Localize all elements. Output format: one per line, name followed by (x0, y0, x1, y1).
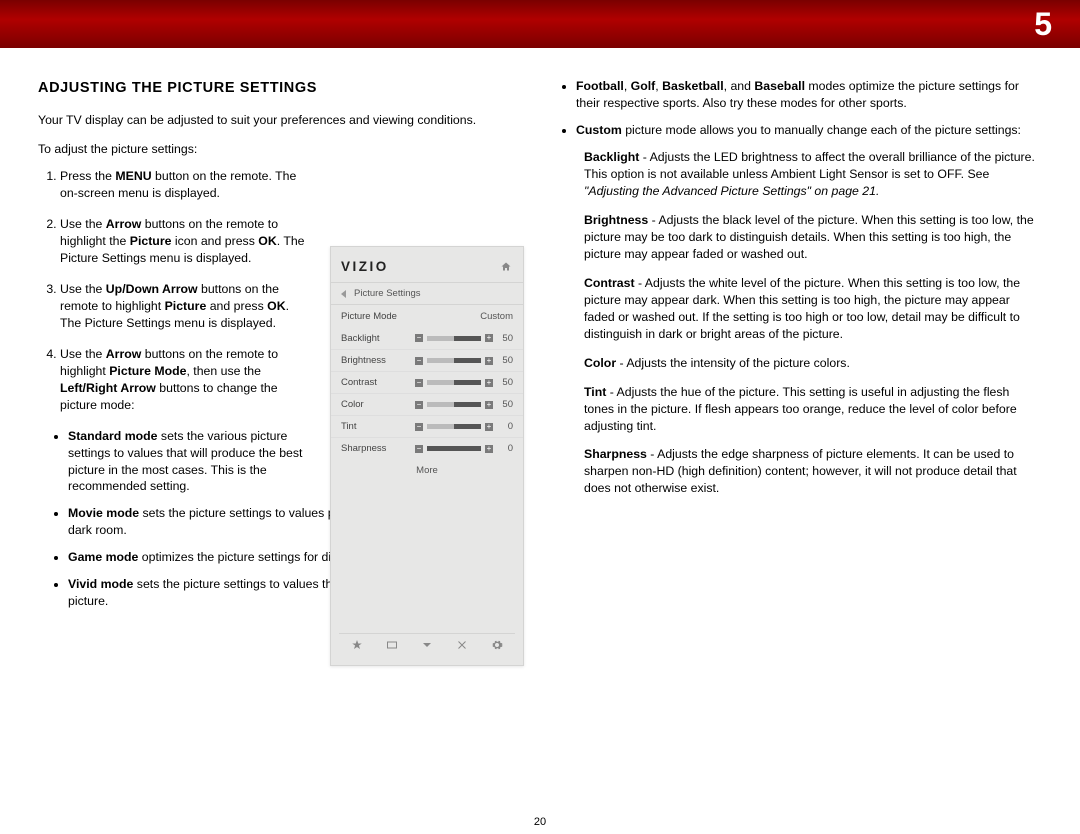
osd-header: VIZIO (331, 247, 523, 283)
osd-slider-label: Contrast (341, 377, 377, 388)
osd-slider-value: 50 (497, 355, 513, 366)
right-column: Football, Golf, Basketball, and Baseball… (554, 78, 1042, 824)
minus-icon[interactable]: − (415, 379, 423, 387)
slider-track[interactable] (427, 380, 481, 385)
minus-icon[interactable]: − (415, 445, 423, 453)
steps-list: Press the MENU button on the remote. The… (38, 168, 311, 414)
osd-slider[interactable]: − +50 (415, 333, 513, 344)
slider-track[interactable] (427, 446, 481, 451)
osd-mode-value: Custom (480, 311, 513, 322)
minus-icon[interactable]: − (415, 357, 423, 365)
definitions: Backlight - Adjusts the LED brightness t… (554, 149, 1042, 497)
osd-slider[interactable]: − +0 (415, 443, 513, 454)
osd-more-label: More (416, 465, 438, 476)
back-icon[interactable] (341, 290, 346, 298)
osd-panel: VIZIO Picture Settings Picture Mode Cust… (330, 246, 524, 666)
chapter-header: 5 (0, 0, 1080, 48)
slider-track[interactable] (427, 358, 481, 363)
osd-slider-value: 0 (497, 421, 513, 432)
osd-slider-row[interactable]: Contrast − +50 (331, 371, 523, 393)
minus-icon[interactable]: − (415, 401, 423, 409)
mode-standard: Standard mode sets the various picture s… (68, 428, 311, 496)
osd-slider-label: Color (341, 399, 364, 410)
section-title: ADJUSTING THE PICTURE SETTINGS (38, 78, 526, 98)
plus-icon[interactable]: + (485, 423, 493, 431)
def-brightness: Brightness - Adjusts the black level of … (584, 212, 1042, 263)
step-3: Use the Up/Down Arrow buttons on the rem… (60, 281, 311, 332)
step-2: Use the Arrow buttons on the remote to h… (60, 216, 311, 267)
osd-slider-label: Tint (341, 421, 356, 432)
def-color: Color - Adjusts the intensity of the pic… (584, 355, 1042, 372)
osd-slider-value: 50 (497, 399, 513, 410)
close-icon[interactable] (456, 639, 468, 654)
intro-text: Your TV display can be adjusted to suit … (38, 112, 526, 129)
osd-more-row[interactable]: More (331, 459, 523, 481)
osd-footer (339, 633, 515, 659)
slider-track[interactable] (427, 336, 481, 341)
page-body: ADJUSTING THE PICTURE SETTINGS Your TV d… (0, 48, 1080, 834)
star-icon[interactable] (351, 639, 363, 654)
osd-slider[interactable]: − +50 (415, 399, 513, 410)
def-contrast: Contrast - Adjusts the white level of th… (584, 275, 1042, 343)
osd-slider-row[interactable]: Backlight − +50 (331, 327, 523, 349)
chapter-number: 5 (1034, 6, 1052, 43)
step-4: Use the Arrow buttons on the remote to h… (60, 346, 311, 414)
osd-slider-label: Sharpness (341, 443, 386, 454)
osd-slider-row[interactable]: Brightness − +50 (331, 349, 523, 371)
slider-track[interactable] (427, 402, 481, 407)
home-icon[interactable] (499, 261, 513, 273)
osd-slider-label: Brightness (341, 355, 386, 366)
plus-icon[interactable]: + (485, 357, 493, 365)
plus-icon[interactable]: + (485, 445, 493, 453)
osd-slider[interactable]: − +50 (415, 377, 513, 388)
osd-slider-value: 0 (497, 443, 513, 454)
osd-slider-value: 50 (497, 333, 513, 344)
step-1: Press the MENU button on the remote. The… (60, 168, 311, 202)
def-sharpness: Sharpness - Adjusts the edge sharpness o… (584, 446, 1042, 497)
osd-slider-row[interactable]: Tint − +0 (331, 415, 523, 437)
plus-icon[interactable]: + (485, 334, 493, 342)
osd-slider-row[interactable]: Color − +50 (331, 393, 523, 415)
rect-icon[interactable] (386, 639, 398, 654)
def-backlight: Backlight - Adjusts the LED brightness t… (584, 149, 1042, 200)
osd-logo: VIZIO (341, 259, 389, 274)
osd-slider[interactable]: − +50 (415, 355, 513, 366)
slider-track[interactable] (427, 424, 481, 429)
chevron-down-icon[interactable] (421, 639, 433, 654)
osd-slider-label: Backlight (341, 333, 380, 344)
plus-icon[interactable]: + (485, 379, 493, 387)
mode-custom: Custom picture mode allows you to manual… (576, 122, 1042, 139)
mode-sports: Football, Golf, Basketball, and Baseball… (576, 78, 1042, 112)
gear-icon[interactable] (491, 639, 503, 654)
osd-slider-row[interactable]: Sharpness − +0 (331, 437, 523, 459)
subhead-text: To adjust the picture settings: (38, 141, 526, 158)
osd-mode-label: Picture Mode (341, 311, 397, 322)
page-number: 20 (0, 816, 1080, 828)
minus-icon[interactable]: − (415, 423, 423, 431)
osd-crumb-label: Picture Settings (354, 288, 421, 299)
osd-slider[interactable]: − +0 (415, 421, 513, 432)
osd-breadcrumb[interactable]: Picture Settings (331, 283, 523, 305)
modes-bullets-narrow: Standard mode sets the various picture s… (38, 428, 311, 496)
minus-icon[interactable]: − (415, 334, 423, 342)
def-tint: Tint - Adjusts the hue of the picture. T… (584, 384, 1042, 435)
osd-mode-row[interactable]: Picture Mode Custom (331, 305, 523, 327)
osd-slider-value: 50 (497, 377, 513, 388)
modes-bullets-right: Football, Golf, Basketball, and Baseball… (554, 78, 1042, 139)
plus-icon[interactable]: + (485, 401, 493, 409)
